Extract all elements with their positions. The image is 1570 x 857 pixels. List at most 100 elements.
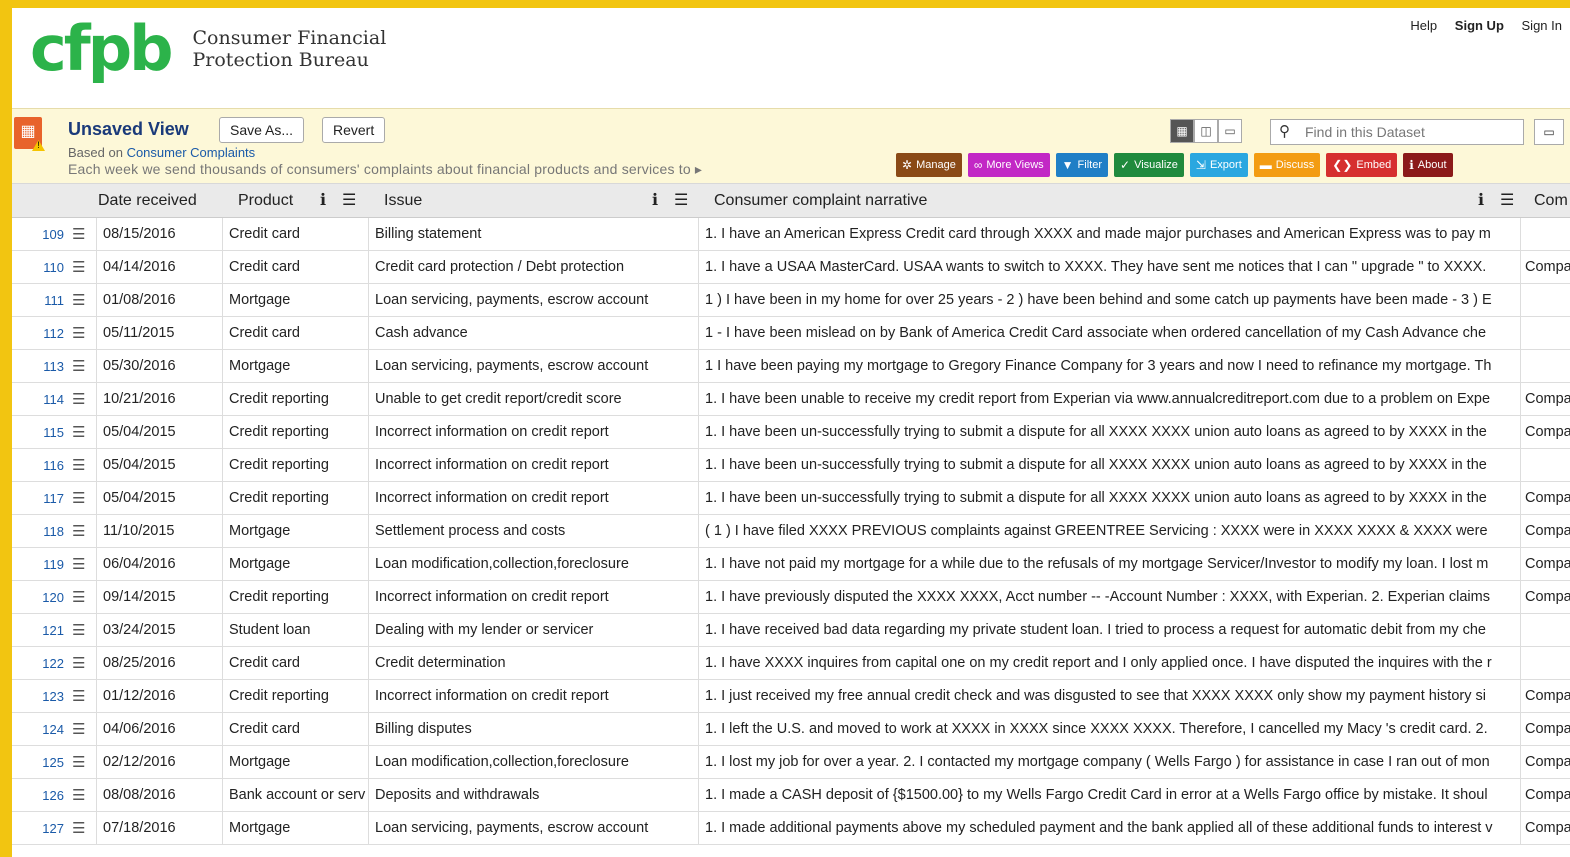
info-icon[interactable]: ℹ (1478, 184, 1484, 218)
row-number[interactable]: 112 (12, 317, 64, 350)
table-row[interactable]: 121 ☰ 03/24/2015 Student loan Dealing with m… (12, 614, 1570, 647)
row-number[interactable]: 125 (12, 746, 64, 779)
dataset-search-input[interactable]: ⚲ Find in this Dataset (1270, 119, 1524, 145)
table-row[interactable]: 127 ☰ 07/18/2016 Mortgage Loan servicing, pa… (12, 812, 1570, 845)
row-number[interactable]: 114 (12, 383, 64, 416)
row-menu-icon[interactable]: ☰ (72, 317, 94, 350)
cfpb-logo[interactable]: cfpb Consumer Financial Protection Burea… (30, 18, 386, 80)
column-header-narrative[interactable]: Consumer complaint narrative (714, 184, 927, 218)
cell-date: 05/11/2015 (96, 317, 222, 350)
table-row[interactable]: 115 ☰ 05/04/2015 Credit reporting Incorrect … (12, 416, 1570, 449)
single-row-view-icon[interactable]: ▭ (1218, 119, 1242, 143)
row-menu-icon[interactable]: ☰ (72, 482, 94, 515)
column-header-date[interactable]: Date received (98, 184, 197, 218)
grid-view-icon[interactable]: ▦ (1170, 119, 1194, 143)
column-header-product[interactable]: Product (238, 184, 293, 218)
org-name-line1: Consumer Financial (192, 27, 387, 49)
table-row[interactable]: 117 ☰ 05/04/2015 Credit reporting Incorrect … (12, 482, 1570, 515)
help-link[interactable]: Help (1410, 18, 1437, 33)
row-menu-icon[interactable]: ☰ (72, 614, 94, 647)
column-header-issue[interactable]: Issue (384, 184, 422, 218)
action-label: Embed (1356, 159, 1392, 171)
table-row[interactable]: 112 ☰ 05/11/2015 Credit card Cash advance 1 -… (12, 317, 1570, 350)
column-menu-icon[interactable]: ☰ (342, 184, 356, 218)
row-menu-icon[interactable]: ☰ (72, 515, 94, 548)
discuss-button[interactable]: ▬ Discuss (1253, 153, 1321, 177)
cell-narrative: 1. I have been un-successfully trying to… (698, 482, 1520, 515)
table-row[interactable]: 111 ☰ 01/08/2016 Mortgage Loan servicing, pa… (12, 284, 1570, 317)
row-number[interactable]: 119 (12, 548, 64, 581)
cell-issue: Incorrect information on credit report (368, 482, 698, 515)
row-number[interactable]: 115 (12, 416, 64, 449)
table-row[interactable]: 110 ☰ 04/14/2016 Credit card Credit card pro… (12, 251, 1570, 284)
parent-dataset-link[interactable]: Consumer Complaints (127, 145, 256, 160)
column-menu-icon[interactable]: ☰ (674, 184, 688, 218)
cell-product: Credit reporting (222, 449, 368, 482)
cell-narrative: 1. I have been un-successfully trying to… (698, 449, 1520, 482)
row-number[interactable]: 117 (12, 482, 64, 515)
row-menu-icon[interactable]: ☰ (72, 812, 94, 845)
row-number[interactable]: 111 (12, 284, 64, 317)
view-title: Unsaved View (68, 119, 189, 139)
table-row[interactable]: 123 ☰ 01/12/2016 Credit reporting Incorrect … (12, 680, 1570, 713)
page-view-icon[interactable]: ◫ (1194, 119, 1218, 143)
save-as-button[interactable]: Save As... (219, 117, 305, 143)
table-row[interactable]: 125 ☰ 02/12/2016 Mortgage Loan modification,… (12, 746, 1570, 779)
row-menu-icon[interactable]: ☰ (72, 746, 94, 779)
table-row[interactable]: 124 ☰ 04/06/2016 Credit card Billing dispute… (12, 713, 1570, 746)
info-icon[interactable]: ℹ (652, 184, 658, 218)
table-row[interactable]: 116 ☰ 05/04/2015 Credit reporting Incorrect … (12, 449, 1570, 482)
table-row[interactable]: 119 ☰ 06/04/2016 Mortgage Loan modification,… (12, 548, 1570, 581)
row-number[interactable]: 116 (12, 449, 64, 482)
row-number[interactable]: 110 (12, 251, 64, 284)
table-row[interactable]: 122 ☰ 08/25/2016 Credit card Credit determin… (12, 647, 1570, 680)
row-number[interactable]: 126 (12, 779, 64, 812)
row-menu-icon[interactable]: ☰ (72, 416, 94, 449)
row-number[interactable]: 120 (12, 581, 64, 614)
row-menu-icon[interactable]: ☰ (72, 284, 94, 317)
table-row[interactable]: 109 ☰ 08/15/2016 Credit card Billing stateme… (12, 218, 1570, 251)
row-number[interactable]: 122 (12, 647, 64, 680)
row-number[interactable]: 113 (12, 350, 64, 383)
row-number[interactable]: 127 (12, 812, 64, 845)
table-row[interactable]: 118 ☰ 11/10/2015 Mortgage Settlement process… (12, 515, 1570, 548)
table-row[interactable]: 126 ☰ 08/08/2016 Bank account or serv Deposi… (12, 779, 1570, 812)
row-menu-icon[interactable]: ☰ (72, 383, 94, 416)
sign-up-link[interactable]: Sign Up (1455, 18, 1504, 33)
row-number[interactable]: 121 (12, 614, 64, 647)
visualize-button[interactable]: ✓ Visualize (1114, 153, 1184, 177)
table-row[interactable]: 120 ☰ 09/14/2015 Credit reporting Incorrect … (12, 581, 1570, 614)
row-menu-icon[interactable]: ☰ (72, 647, 94, 680)
dataset-description[interactable]: Each week we send thousands of consumers… (68, 161, 702, 178)
about-button[interactable]: ℹ About (1403, 153, 1453, 177)
row-menu-icon[interactable]: ☰ (72, 779, 94, 812)
info-icon[interactable]: ℹ (320, 184, 326, 218)
row-menu-icon[interactable]: ☰ (72, 581, 94, 614)
column-menu-icon[interactable]: ☰ (1500, 184, 1514, 218)
sidebar-toggle-icon[interactable]: ▭ (1534, 119, 1564, 145)
row-number[interactable]: 123 (12, 680, 64, 713)
row-menu-icon[interactable]: ☰ (72, 680, 94, 713)
row-menu-icon[interactable]: ☰ (72, 548, 94, 581)
cell-issue: Loan modification,collection,foreclosure (368, 746, 698, 779)
row-menu-icon[interactable]: ☰ (72, 218, 94, 251)
row-number[interactable]: 124 (12, 713, 64, 746)
revert-button[interactable]: Revert (322, 117, 386, 143)
row-number[interactable]: 118 (12, 515, 64, 548)
manage-button[interactable]: ✲ Manage (896, 153, 962, 177)
row-number[interactable]: 109 (12, 218, 64, 251)
table-row[interactable]: 114 ☰ 10/21/2016 Credit reporting Unable to … (12, 383, 1570, 416)
filter-button[interactable]: ▼ Filter (1055, 153, 1108, 177)
row-menu-icon[interactable]: ☰ (72, 449, 94, 482)
cell-issue: Loan modification,collection,foreclosure (368, 548, 698, 581)
row-menu-icon[interactable]: ☰ (72, 350, 94, 383)
layout-toggles: ▦ ◫ ▭ (1170, 119, 1242, 143)
table-row[interactable]: 113 ☰ 05/30/2016 Mortgage Loan servicing, pa… (12, 350, 1570, 383)
export-button[interactable]: ⇲ Export (1189, 153, 1248, 177)
embed-button[interactable]: ❮❯ Embed (1326, 153, 1398, 177)
row-menu-icon[interactable]: ☰ (72, 251, 94, 284)
row-menu-icon[interactable]: ☰ (72, 713, 94, 746)
more-views-button[interactable]: ∞ More Views (967, 153, 1050, 177)
sign-in-link[interactable]: Sign In (1522, 18, 1562, 33)
column-header-company[interactable]: Com (1534, 184, 1568, 218)
